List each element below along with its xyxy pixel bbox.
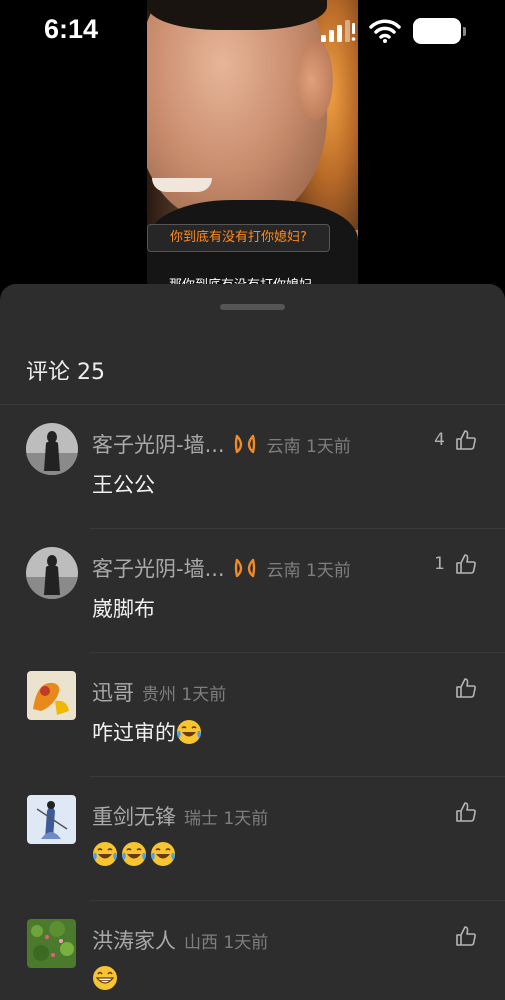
comment-item[interactable]: 重剑无锋 瑞士 1天前 (0, 777, 505, 901)
comment-header: 重剑无锋 瑞士 1天前 (92, 801, 268, 831)
avatar[interactable] (26, 547, 78, 599)
thumbs-up-icon (456, 430, 476, 450)
like-count: 1 (434, 554, 445, 574)
avatar[interactable] (27, 795, 76, 844)
comment-text: 咋过审的 (92, 721, 176, 745)
like-button[interactable] (455, 677, 477, 699)
comment-location-time: 贵州 1天前 (142, 684, 227, 705)
like-button[interactable]: 1 (434, 553, 477, 575)
swordsman-avatar-image (27, 795, 76, 844)
thumbs-up-icon (456, 802, 476, 822)
comment-text: 崴脚布 (92, 597, 155, 621)
comment-item[interactable]: 客子光阴-墙... 云南 1天前 王公公 4 (0, 405, 505, 529)
comment-header: 客子光阴-墙... 云南 1天前 (92, 429, 351, 459)
like-count: 4 (434, 430, 445, 450)
laughing-crying-emoji-icon (177, 720, 201, 744)
silhouette-avatar-image (26, 423, 78, 475)
status-bar: 6:14 (0, 0, 505, 62)
comment-text-container: 咋过审的 (92, 717, 205, 747)
avatar[interactable] (27, 919, 76, 968)
like-button[interactable]: 4 (434, 429, 477, 451)
comment-location-time: 瑞士 1天前 (184, 808, 269, 829)
sheet-drag-handle[interactable] (220, 304, 285, 310)
avatar[interactable] (27, 671, 76, 720)
comment-location-time: 云南 1天前 (266, 560, 351, 581)
laughing-crying-emoji-icon (122, 842, 146, 866)
comment-header: 客子光阴-墙... 云南 1天前 (92, 553, 351, 583)
comment-emoji-row (92, 965, 121, 991)
comments-sheet: 评论 25 客子光阴-墙... 云南 1天前 王公公 4 客子光阴-墙... 云… (0, 284, 505, 1000)
wifi-icon (369, 19, 401, 43)
status-time: 6:14 (44, 14, 99, 44)
infinity-badge-icon (234, 434, 255, 454)
grinning-emoji-icon (93, 966, 117, 990)
comment-username[interactable]: 客子光阴-墙... (92, 553, 225, 583)
laughing-crying-emoji-icon (93, 842, 117, 866)
comment-item[interactable]: 洪涛家人 山西 1天前 (0, 901, 505, 1000)
like-button[interactable] (455, 801, 477, 823)
comment-header: 迅哥 贵州 1天前 (92, 677, 226, 707)
comment-header: 洪涛家人 山西 1天前 (92, 925, 268, 955)
comment-username[interactable]: 洪涛家人 (92, 925, 176, 955)
screen: 你到底有没有打你媳妇? 那你到底有没有打你媳妇 6:14 (0, 0, 505, 1000)
avatar[interactable] (26, 423, 78, 475)
comment-location-time: 云南 1天前 (266, 436, 351, 457)
battery-icon (413, 18, 466, 44)
signal-icon (321, 20, 356, 42)
video-person-smile (152, 178, 212, 192)
thumbs-up-icon (456, 926, 476, 946)
comment-text: 王公公 (92, 473, 155, 497)
flowers-avatar-image (27, 919, 76, 968)
thumbs-up-icon (456, 678, 476, 698)
comments-title: 评论 25 (26, 360, 105, 385)
silhouette-avatar-image (26, 547, 78, 599)
laughing-crying-emoji-icon (151, 842, 175, 866)
like-button[interactable] (455, 925, 477, 947)
comment-location-time: 山西 1天前 (184, 932, 269, 953)
comment-item[interactable]: 客子光阴-墙... 云南 1天前 崴脚布 1 (0, 529, 505, 653)
comment-username[interactable]: 迅哥 (92, 677, 134, 707)
orange-art-avatar-image (27, 671, 76, 720)
thumbs-up-icon (456, 554, 476, 574)
status-icons (319, 18, 466, 44)
comment-username[interactable]: 客子光阴-墙... (92, 429, 225, 459)
video-subtitle-box: 你到底有没有打你媳妇? (147, 224, 330, 252)
comment-item[interactable]: 迅哥 贵州 1天前 咋过审的 (0, 653, 505, 777)
infinity-badge-icon (234, 558, 255, 578)
comment-username[interactable]: 重剑无锋 (92, 801, 176, 831)
comment-emoji-row (92, 841, 179, 867)
